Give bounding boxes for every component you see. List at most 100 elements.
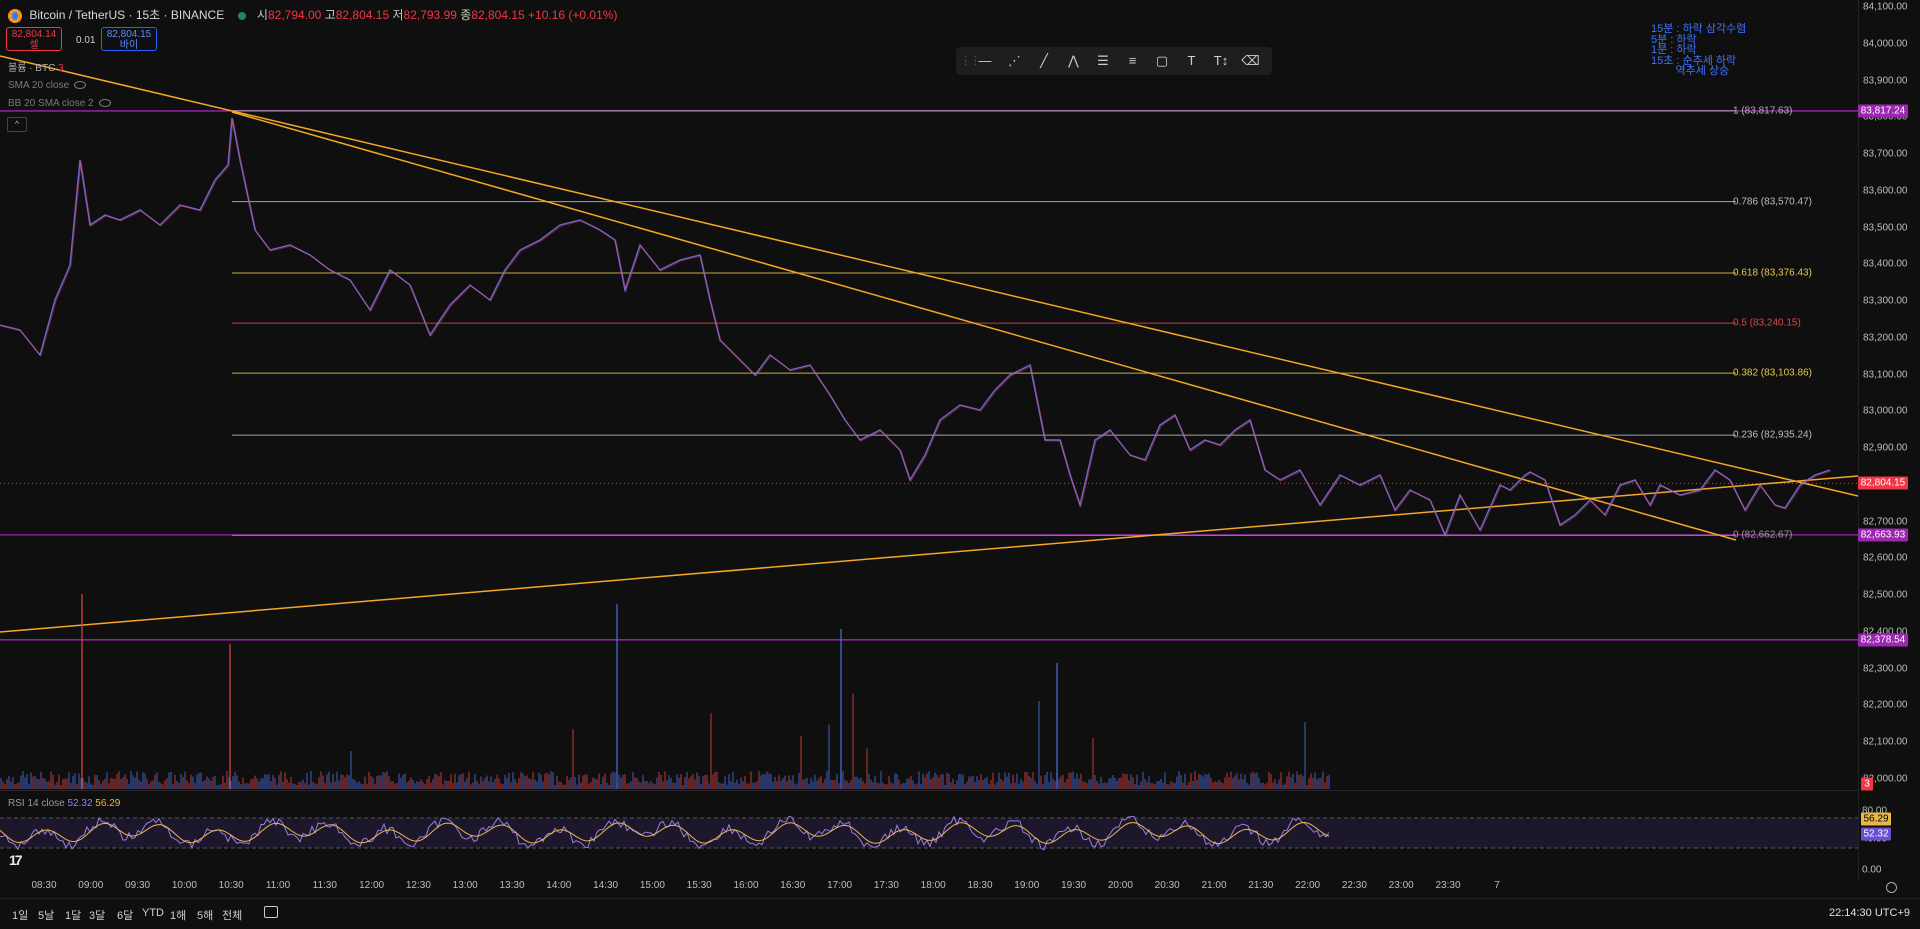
fib-level-label: 0.236 (82,935.24) — [1733, 429, 1812, 441]
fib-level-label: 0.618 (83,376.43) — [1733, 267, 1812, 279]
price-tick: 83,300.00 — [1863, 295, 1908, 307]
time-tick: 09:00 — [78, 880, 104, 891]
price-tick: 82,900.00 — [1863, 442, 1908, 454]
price-chart[interactable] — [0, 0, 1858, 880]
range-button[interactable]: 1해 — [170, 907, 186, 923]
text-note-icon[interactable]: T↕ — [1210, 51, 1232, 71]
time-tick: 17:00 — [827, 880, 853, 891]
tradingview-logo[interactable]: 17 — [9, 852, 23, 868]
horizontal-line-icon[interactable]: — — [974, 51, 996, 71]
drag-handle-icon[interactable]: ⋮⋮ — [960, 51, 981, 71]
bottom-toolbar: 22:14:30 UTC+9 1일 5날 1달 3달 6달 YTD 1해 5해 전체 — [0, 898, 1920, 929]
price-tick: 83,200.00 — [1863, 332, 1908, 344]
trendline-icon[interactable]: ╱ — [1033, 51, 1055, 71]
range-button[interactable]: 5날 — [38, 907, 54, 923]
price-tick: 83,600.00 — [1863, 185, 1908, 197]
time-tick: 16:30 — [780, 880, 806, 891]
parallel-channel-icon[interactable]: ☰ — [1092, 51, 1114, 71]
price-label: 82,378.54 — [1858, 633, 1908, 647]
price-change: +10.16 (+0.01%) — [528, 8, 618, 22]
axis-settings-icon[interactable] — [1886, 882, 1897, 893]
market-status-icon — [237, 11, 246, 20]
time-tick: 15:00 — [639, 880, 665, 891]
abcd-pattern-icon[interactable]: ⋀ — [1063, 51, 1085, 71]
price-tick: 84,000.00 — [1863, 38, 1908, 50]
clock-timezone[interactable]: 22:14:30 UTC+9 — [1829, 907, 1910, 919]
time-tick: 23:00 — [1388, 880, 1414, 891]
time-tick: 18:00 — [920, 880, 946, 891]
eraser-icon[interactable]: ⌫ — [1240, 51, 1262, 71]
sell-button[interactable]: 82,804.14 셀 — [6, 27, 62, 51]
rsi-value-label: 56.29 — [1861, 812, 1891, 826]
fib-level-label: 1 (83,817.63) — [1733, 105, 1793, 117]
fib-level-label: 0 (82,662.67) — [1733, 529, 1793, 541]
time-tick: 13:00 — [452, 880, 478, 891]
bb-indicator-legend[interactable]: BB 20 SMA close 2 — [8, 98, 111, 109]
time-tick: 21:30 — [1248, 880, 1274, 891]
trendline-upper — [0, 55, 1858, 497]
buy-button[interactable]: 82,804.15 바이 — [101, 27, 157, 51]
time-tick: 22:30 — [1341, 880, 1367, 891]
collapse-legend-button[interactable]: ^ — [7, 117, 27, 132]
range-button[interactable]: 1일 — [12, 907, 28, 923]
eye-hidden-icon[interactable] — [74, 81, 87, 90]
time-tick: 20:00 — [1107, 880, 1133, 891]
price-tick: 83,000.00 — [1863, 405, 1908, 417]
fib-level-label: 0.786 (83,570.47) — [1733, 196, 1812, 208]
range-button[interactable]: YTD — [142, 907, 164, 919]
pane-divider[interactable] — [0, 790, 1858, 791]
volume-bars — [0, 594, 1330, 789]
time-tick: 11:30 — [312, 880, 337, 891]
symbol-title[interactable]: Bitcoin / TetherUS · 15초 · BINANCE — [29, 8, 224, 22]
time-tick: 19:00 — [1014, 880, 1040, 891]
price-tick: 83,900.00 — [1863, 75, 1908, 87]
rsi-legend[interactable]: RSI 14 close 52.32 56.29 — [8, 798, 120, 809]
volume-indicator-legend[interactable]: 볼륨 · BTC 3 — [8, 59, 64, 74]
chart-annotation-text[interactable]: 15분 : 하락 삼각수렴 5분 : 하락 1분 : 하락 15초 : 순추세 … — [1651, 24, 1746, 77]
range-button[interactable]: 6달 — [117, 907, 133, 923]
time-tick: 12:00 — [359, 880, 385, 891]
price-tick: 83,500.00 — [1863, 222, 1908, 234]
fib-level-label: 0.382 (83,103.86) — [1733, 367, 1812, 379]
price-label: 83,817.24 — [1858, 104, 1908, 118]
time-tick: 12:30 — [405, 880, 431, 891]
time-tick: 09:30 — [125, 880, 151, 891]
spread-value: 0.01 — [76, 35, 96, 46]
eye-hidden-icon[interactable] — [98, 99, 111, 108]
price-series-shadow — [0, 118, 1832, 538]
time-tick: 14:00 — [546, 880, 572, 891]
text-icon[interactable]: T — [1181, 51, 1203, 71]
sma-indicator-legend[interactable]: SMA 20 close — [8, 80, 87, 91]
time-tick: 18:30 — [967, 880, 993, 891]
price-tick: 82,700.00 — [1863, 516, 1908, 528]
fib-channel-icon[interactable]: ≡ — [1122, 51, 1144, 71]
price-tick: 82,200.00 — [1863, 699, 1908, 711]
rsi-scale-tick: 0.00 — [1862, 864, 1882, 876]
calendar-icon[interactable] — [264, 906, 278, 918]
time-tick: 08:30 — [31, 880, 57, 891]
time-tick: 11:00 — [265, 880, 291, 891]
price-tick: 84,100.00 — [1863, 1, 1908, 13]
time-tick: 7 — [1494, 880, 1500, 891]
time-tick: 15:30 — [686, 880, 712, 891]
range-button[interactable]: 3달 — [89, 907, 105, 923]
price-label: 82,804.15 — [1858, 476, 1908, 490]
pattern-icon[interactable]: ⋰ — [1004, 51, 1026, 71]
price-tick: 83,700.00 — [1863, 148, 1908, 160]
price-tick: 83,400.00 — [1863, 258, 1908, 270]
drawing-toolbar: ⋮⋮ — ⋰ ╱ ⋀ ☰ ≡ ▢ T T↕ ⌫ — [956, 47, 1272, 75]
time-tick: 16:00 — [733, 880, 759, 891]
range-button[interactable]: 1달 — [65, 907, 81, 923]
price-tick: 82,300.00 — [1863, 663, 1908, 675]
price-tick: 83,100.00 — [1863, 369, 1908, 381]
range-button[interactable]: 5해 — [197, 907, 213, 923]
price-scale[interactable]: 84,100.0084,000.0083,900.0083,800.0083,7… — [1858, 0, 1920, 880]
price-tick: 82,500.00 — [1863, 589, 1908, 601]
volume-value-label: 3 — [1861, 777, 1873, 791]
range-button[interactable]: 전체 — [222, 907, 242, 923]
time-tick: 13:30 — [499, 880, 525, 891]
time-tick: 21:00 — [1201, 880, 1227, 891]
time-tick: 10:30 — [218, 880, 244, 891]
rectangle-icon[interactable]: ▢ — [1151, 51, 1173, 71]
symbol-header: Bitcoin / TetherUS · 15초 · BINANCE 시82,7… — [8, 6, 617, 23]
